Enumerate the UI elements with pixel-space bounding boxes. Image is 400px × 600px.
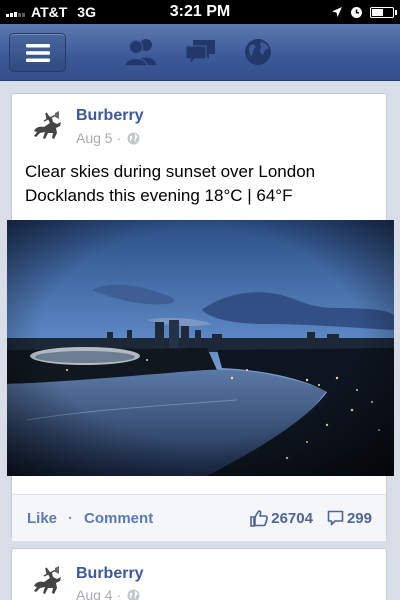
battery-icon — [370, 6, 397, 18]
actions-separator: · — [68, 509, 74, 527]
alarm-clock-icon — [351, 6, 362, 18]
post-author[interactable]: Burberry — [76, 107, 144, 125]
comment-bubble-icon — [327, 510, 344, 526]
likes-count: 26704 — [271, 509, 313, 527]
location-arrow-icon — [332, 7, 342, 17]
menu-button[interactable] — [9, 33, 66, 72]
post-card: Burberry Aug 4 · — [11, 548, 387, 600]
meta-separator: · — [116, 587, 122, 600]
post-counts: 26704 299 — [250, 510, 386, 527]
thumbs-up-icon — [250, 509, 269, 527]
comment-button[interactable]: Comment — [84, 510, 153, 527]
comments-count: 299 — [346, 509, 372, 527]
status-bar: AT&T 3G 3:21 PM — [0, 0, 400, 24]
post-text: Clear skies during sunset over London Do… — [25, 162, 316, 205]
notifications-globe-icon[interactable] — [242, 37, 276, 67]
network-label: 3G — [77, 4, 96, 20]
burberry-logo-avatar[interactable] — [26, 564, 68, 600]
burberry-logo-avatar[interactable] — [26, 109, 68, 145]
globe-icon — [127, 589, 140, 600]
carrier-label: AT&T — [31, 4, 68, 20]
battery-fill — [372, 8, 383, 16]
status-left: AT&T 3G — [0, 4, 96, 20]
messages-icon[interactable] — [184, 37, 218, 67]
post-author[interactable]: Burberry — [76, 565, 144, 583]
like-button[interactable]: Like — [27, 510, 57, 527]
top-nav-bar — [0, 24, 400, 81]
likes-count-group[interactable]: 26704 — [250, 510, 313, 527]
signal-strength-icon — [6, 7, 25, 17]
post-photo[interactable] — [7, 220, 394, 476]
status-right — [331, 6, 400, 19]
globe-icon — [127, 132, 140, 145]
friend-requests-icon[interactable] — [124, 37, 158, 67]
hamburger-icon — [25, 43, 50, 62]
london-docklands-sunset-photo — [7, 220, 394, 476]
post-actions-bar: Like · Comment 26704 299 — [12, 494, 386, 541]
post-meta: Aug 5 · — [76, 130, 140, 146]
post-meta: Aug 4 · — [76, 587, 140, 600]
post-card: Burberry Aug 5 · Clear skies during suns… — [7, 93, 394, 541]
post-date[interactable]: Aug 5 — [76, 130, 113, 146]
post-date[interactable]: Aug 4 — [76, 587, 113, 600]
meta-separator: · — [116, 130, 122, 146]
news-feed: Burberry Aug 5 · Clear skies during suns… — [0, 81, 400, 600]
comments-count-group[interactable]: 299 — [327, 510, 372, 527]
